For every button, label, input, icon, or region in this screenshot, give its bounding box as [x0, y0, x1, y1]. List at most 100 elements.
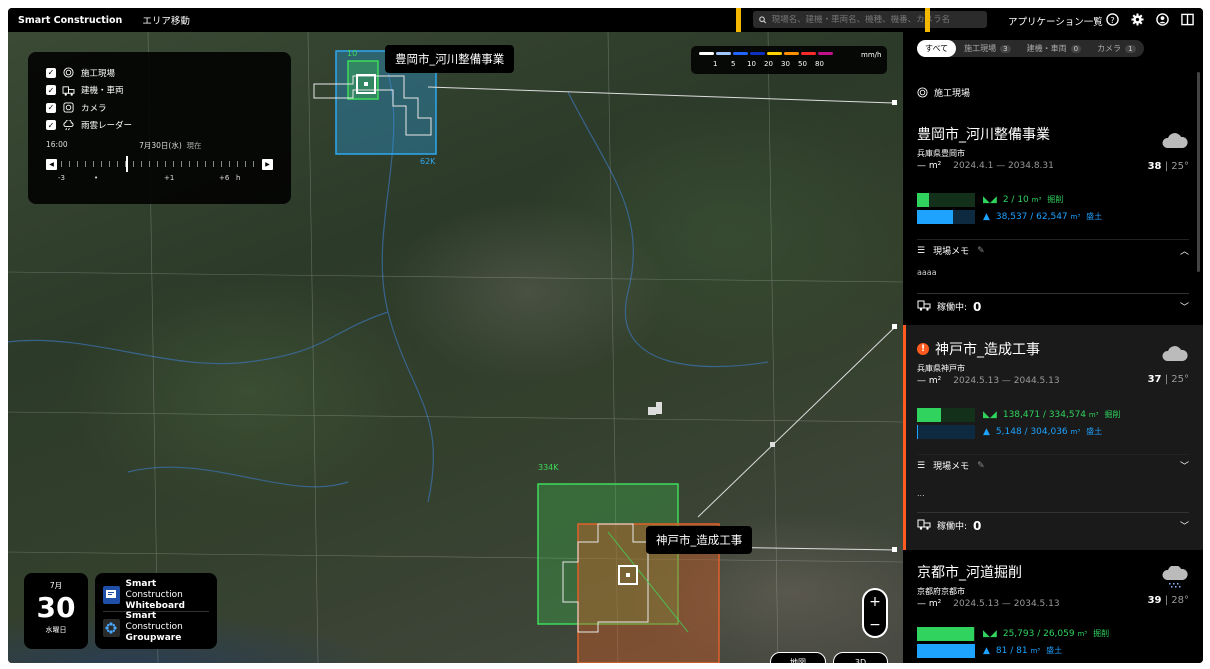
- edit-icon[interactable]: ✎: [977, 246, 985, 256]
- cut-icon: ◣◢: [983, 409, 997, 420]
- layer-camera-row[interactable]: ✓ カメラ: [46, 99, 273, 117]
- operating-label: 稼働中:: [937, 303, 968, 313]
- layer-vehicle-checkbox[interactable]: ✓: [46, 85, 56, 96]
- edit-icon[interactable]: ✎: [977, 461, 985, 471]
- chevron-down-icon[interactable]: ﹀: [1180, 300, 1189, 313]
- legend-label: 20: [764, 60, 773, 68]
- groupware-icon: [103, 618, 120, 637]
- brand-logo[interactable]: Smart Construction: [8, 15, 122, 26]
- layer-site-row[interactable]: ✓ 施工現場: [46, 64, 273, 82]
- legend-color-swatch: [818, 52, 833, 55]
- layer-rain-checkbox[interactable]: ✓: [46, 120, 56, 131]
- map-view[interactable]: ✓ 施工現場 ✓ 建機・車両 ✓ カメラ ✓ 雨雲レーダー 16:00 7月30…: [8, 32, 903, 663]
- legend-label: 80: [815, 60, 824, 68]
- legend-color-swatch: [784, 52, 799, 55]
- fill-progress-row: ▲ 81 / 81 m³ 盛土: [917, 642, 1189, 659]
- site-card-kobe[interactable]: ! 神戸市_造成工事 兵庫県神戸市 — m² 2024.5.13 — 2044.5.…: [903, 325, 1203, 550]
- site-weather: 37 | 25°: [1148, 345, 1189, 385]
- fill-icon: ▲: [983, 211, 990, 222]
- tab-all[interactable]: すべて: [917, 40, 957, 57]
- map-label-kobe[interactable]: 神戸市_造成工事: [646, 526, 753, 554]
- legend-label: 5: [731, 60, 736, 68]
- legend-label: 1: [713, 60, 718, 68]
- slider-track[interactable]: [61, 156, 258, 172]
- svg-text:?: ?: [1110, 15, 1114, 25]
- fill-value: 81 / 81: [995, 645, 1028, 656]
- app-brand: Smart: [125, 578, 157, 589]
- gear-icon[interactable]: [1130, 12, 1145, 27]
- layer-control-panel: ✓ 施工現場 ✓ 建機・車両 ✓ カメラ ✓ 雨雲レーダー 16:00 7月30…: [28, 52, 291, 204]
- 3d-view-button[interactable]: 3D: [833, 652, 888, 663]
- user-icon[interactable]: [1155, 12, 1170, 27]
- chevron-down-icon[interactable]: ﹀: [1180, 459, 1189, 472]
- fill-progress-row: ▲ 5,148 / 304,036 m³ 盛土: [917, 423, 1189, 440]
- panel-toggle-icon[interactable]: [1180, 12, 1195, 27]
- memo-icon: ☰: [917, 460, 926, 471]
- site-name: 神戸市_造成工事: [935, 342, 1040, 358]
- zoom-out-button[interactable]: −: [869, 617, 881, 633]
- memo-text: aaaa: [917, 267, 937, 277]
- legend-color-swatch: [801, 52, 816, 55]
- site-name: 豊岡市_河川整備事業: [917, 127, 1050, 143]
- operating-row[interactable]: 稼働中: 0 ﹀: [917, 512, 1189, 538]
- layer-site-label: 施工現場: [81, 68, 116, 79]
- help-icon[interactable]: ?: [1105, 12, 1120, 27]
- layer-site-checkbox[interactable]: ✓: [46, 67, 56, 78]
- cut-progress-row: ◣◢ 2 / 10 m³ 掘削: [917, 191, 1189, 208]
- memo-toggle[interactable]: ☰ 現場メモ ✎ ﹀: [917, 454, 1189, 476]
- cut-value: 138,471 / 334,574: [1002, 409, 1087, 420]
- cut-progress-row: ◣◢ 25,793 / 26,059 m³ 掘削: [917, 625, 1189, 642]
- temp-low: 25°: [1171, 161, 1189, 172]
- app-name: Construction: [125, 589, 183, 600]
- site-card-toyooka[interactable]: 豊岡市_河川整備事業 兵庫県豊岡市 — m² 2024.4.1 — 2034.8.…: [903, 124, 1203, 320]
- area-move-menu[interactable]: エリア移動: [142, 13, 190, 27]
- slider-ticks: -3 • +1 +6 h: [46, 174, 273, 184]
- app-groupware-link[interactable]: Smart Construction Groupware: [103, 611, 209, 643]
- chevron-up-icon[interactable]: ︿: [1180, 244, 1189, 257]
- layer-rain-label: 雨雲レーダー: [81, 121, 133, 132]
- zoom-in-button[interactable]: +: [869, 594, 881, 610]
- radar-now-label: 現在: [186, 141, 202, 150]
- slider-prev-button[interactable]: ◀: [46, 158, 57, 170]
- map-style-button[interactable]: 地図: [770, 652, 826, 663]
- layer-rain-row[interactable]: ✓ 雨雲レーダー: [46, 117, 273, 135]
- legend-label: 10: [747, 60, 756, 68]
- fill-progress-fill: [917, 209, 953, 224]
- layer-camera-checkbox[interactable]: ✓: [46, 102, 56, 113]
- cut-value: 2 / 10: [1002, 194, 1029, 205]
- chevron-down-icon[interactable]: ﹀: [1180, 519, 1189, 532]
- application-list-button[interactable]: アプリケーション一覧: [1008, 14, 1103, 28]
- operating-row[interactable]: 稼働中: 0 ﹀: [917, 293, 1189, 319]
- tab-label: カメラ: [1097, 44, 1122, 53]
- legend-color-swatch: [699, 52, 714, 55]
- fill-progress-row: ▲ 38,537 / 62,547 m³ 盛土: [917, 208, 1189, 225]
- tab-cameras[interactable]: カメラ 1: [1089, 40, 1143, 57]
- site-card-kyoto[interactable]: 京都市_河道掘削 京都府京都市 — m² 2024.5.13 — 2034.5.1…: [903, 562, 1203, 663]
- temp-high: 39: [1147, 595, 1162, 606]
- site-list-panel: すべて 施工現場 3 建機・車両 0 カメラ 1 施工現場 豊岡市_河川整備事業 兵庫…: [903, 32, 1203, 663]
- app-whiteboard-link[interactable]: Smart Construction Whiteboard: [103, 579, 209, 611]
- layer-vehicle-row[interactable]: ✓ 建機・車両: [46, 82, 273, 100]
- panel-scrollbar[interactable]: [1197, 72, 1200, 272]
- radar-time-slider[interactable]: ◀ ▶: [46, 156, 273, 172]
- app-brand: Smart: [125, 611, 157, 621]
- fill-icon: ▲: [983, 645, 990, 656]
- tab-sites[interactable]: 施工現場 3: [956, 40, 1018, 57]
- slider-next-button[interactable]: ▶: [262, 158, 273, 170]
- slider-knob[interactable]: [126, 156, 128, 172]
- tab-label: 施工現場: [964, 44, 997, 53]
- filter-tabs: すべて 施工現場 3 建機・車両 0 カメラ 1: [917, 40, 1144, 57]
- fill-label: 盛土: [1086, 212, 1103, 221]
- top-icons: ?: [1105, 12, 1195, 27]
- map-label-toyooka[interactable]: 豊岡市_河川整備事業: [385, 45, 515, 73]
- legend-color-swatch: [750, 52, 765, 55]
- cut-icon: ◣◢: [983, 628, 997, 639]
- vehicle-icon: [62, 84, 75, 96]
- operating-count: 0: [973, 299, 982, 314]
- app-sub: Whiteboard: [125, 600, 185, 611]
- temp-low: 28°: [1171, 595, 1189, 606]
- tab-vehicles[interactable]: 建機・車両 0: [1019, 40, 1089, 57]
- cut-progress-row: ◣◢ 138,471 / 334,574 m³ 掘削: [917, 406, 1189, 423]
- vehicle-icon: [917, 299, 931, 314]
- memo-toggle[interactable]: ☰ 現場メモ ✎ ︿: [917, 239, 1189, 261]
